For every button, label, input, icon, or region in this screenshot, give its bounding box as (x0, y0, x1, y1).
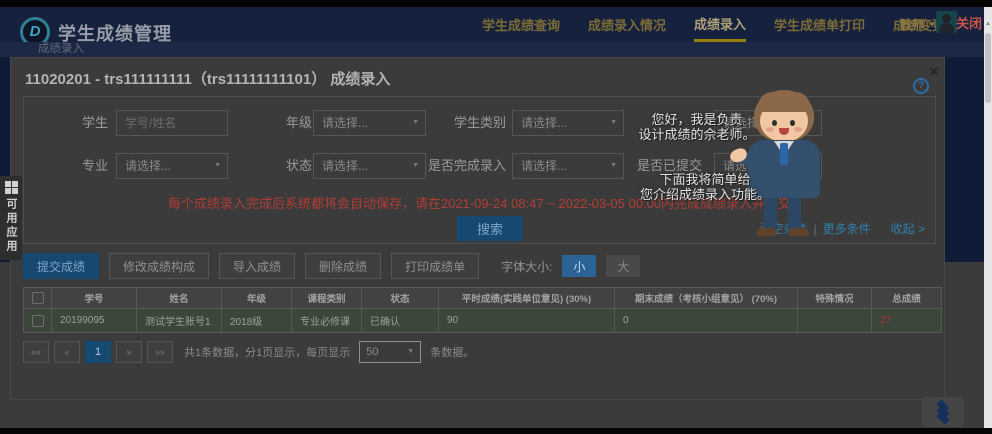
col-special-case: 特殊情况 (798, 288, 872, 309)
page-backdrop-right (945, 57, 984, 262)
col-student-id: 学号 (52, 288, 137, 309)
available-apps-label: 可用应用 (3, 198, 19, 254)
assistant-leg (788, 198, 801, 230)
major-select-value: 请选择... (125, 159, 171, 173)
page-size-select[interactable]: 50 ▼ (359, 341, 421, 363)
screen: D 学生成绩管理 学生成绩查询 成绩录入情况 成绩录入 学生成绩单打印 成绩变更… (0, 0, 992, 434)
close-session-button[interactable]: 关闭 (956, 13, 982, 32)
font-small-button[interactable]: 小 (562, 255, 596, 277)
col-final-score: 期末成绩（考核小组意见） (70%) (615, 288, 798, 309)
user-role-menu[interactable]: 教师 ▼ (900, 7, 936, 42)
layers-widget-button[interactable] (922, 397, 964, 427)
page-title: 11020201 - trs111111111（trs11111111101） … (25, 68, 390, 89)
scores-table: 学号 姓名 年级 课程类别 状态 平时成绩(实践单位意见) (30%) 期末成绩… (23, 287, 942, 333)
student-input[interactable] (116, 110, 228, 136)
breadcrumb-bar: 成绩录入 (0, 42, 992, 57)
close-icon[interactable]: × (929, 62, 939, 82)
assistant-shoe (789, 228, 809, 236)
scrollbar[interactable]: ▲ (984, 7, 992, 428)
entry-done-label: 是否完成录入 (404, 153, 506, 179)
delete-scores-button[interactable]: 删除成绩 (305, 253, 381, 279)
nav-item-transcript-print[interactable]: 学生成绩单打印 (774, 7, 865, 42)
assistant-intro-line1: 下面我将简单给 (600, 172, 810, 187)
cell-final-score: 0 (615, 309, 798, 333)
grade-label: 年级 (234, 110, 312, 136)
font-large-button[interactable]: 大 (606, 255, 640, 277)
pagination-summary-prefix: 共1条数据，分1页显示，每页显示 (184, 344, 350, 360)
col-grade: 年级 (222, 288, 292, 309)
pagination-summary-suffix: 条数据。 (430, 344, 474, 360)
apps-grid-icon (5, 181, 18, 194)
assistant-fringe (758, 92, 810, 112)
next-page-button[interactable]: » (116, 341, 142, 363)
window-top-bar (0, 0, 992, 7)
modify-score-structure-button[interactable]: 修改成绩构成 (109, 253, 209, 279)
nav-item-entry-status[interactable]: 成绩录入情况 (588, 7, 666, 42)
cell-total-score: 27 (872, 309, 942, 333)
status-label: 状态 (234, 153, 312, 179)
font-size-label: 字体大小: (501, 258, 552, 275)
assistant-greeting-line1: 您好，我是负责 (592, 112, 802, 127)
scrollbar-up-icon[interactable]: ▲ (984, 7, 992, 27)
select-all-checkbox[interactable] (32, 292, 44, 304)
scrollbar-thumb[interactable] (985, 33, 991, 103)
assistant-intro-line2: 您介绍成绩录入功能。 (600, 187, 810, 202)
student-type-select-value: 请选择... (521, 116, 567, 130)
nav-item-score-query[interactable]: 学生成绩查询 (482, 7, 560, 42)
page-size-value: 50 (366, 346, 378, 358)
cell-grade: 2018级 (222, 309, 292, 333)
status-select-value: 请选择... (322, 159, 368, 173)
chevron-down-icon: ▼ (407, 342, 414, 362)
cell-student-id: 20199095 (52, 309, 137, 333)
print-transcript-button[interactable]: 打印成绩单 (391, 253, 479, 279)
cell-special-case (798, 309, 872, 333)
cell-name: 测试学生账号1 (137, 309, 222, 333)
col-total-score: 总成绩 (872, 288, 942, 309)
cell-status: 已确认 (362, 309, 439, 333)
entry-done-select-value: 请选择... (521, 159, 567, 173)
assistant-leg (764, 198, 777, 230)
table-header-row: 学号 姓名 年级 课程类别 状态 平时成绩(实践单位意见) (30%) 期末成绩… (24, 288, 942, 309)
assistant-greeting: 您好，我是负责 设计成绩的佘老师。 (592, 112, 802, 142)
col-course-type: 课程类别 (292, 288, 362, 309)
avatar[interactable] (936, 11, 957, 33)
cell-course-type: 专业必修课 (292, 309, 362, 333)
help-icon[interactable]: ? (913, 78, 929, 94)
student-label: 学生 (24, 110, 108, 136)
window-bottom-bar (0, 428, 992, 434)
major-select[interactable]: 请选择... ▼ (116, 153, 228, 179)
assistant-intro: 下面我将简单给 您介绍成绩录入功能。 (600, 172, 810, 202)
assistant-tie (780, 143, 788, 165)
col-name: 姓名 (137, 288, 222, 309)
page-1-button[interactable]: 1 (85, 341, 111, 363)
col-daily-score: 平时成绩(实践单位意见) (30%) (439, 288, 615, 309)
assistant-greeting-line2: 设计成绩的佘老师。 (592, 127, 802, 142)
assistant-shoe (757, 228, 777, 236)
student-type-label: 学生类别 (404, 110, 506, 136)
major-label: 专业 (24, 153, 108, 179)
search-button[interactable]: 搜索 (457, 216, 523, 241)
grade-select-value: 请选择... (322, 116, 368, 130)
table-toolbar: 提交成绩 修改成绩构成 导入成绩 删除成绩 打印成绩单 字体大小: 小 大 (23, 253, 640, 279)
collapse-link[interactable]: 收起 > (891, 220, 925, 237)
prev-page-button[interactable]: « (54, 341, 80, 363)
last-page-button[interactable]: »» (147, 341, 173, 363)
import-scores-button[interactable]: 导入成绩 (219, 253, 295, 279)
row-checkbox[interactable] (32, 315, 44, 327)
main-nav: 学生成绩查询 成绩录入情况 成绩录入 学生成绩单打印 成绩变更 (482, 7, 945, 42)
chevron-down-icon: ▼ (928, 20, 936, 29)
pagination: «« « 1 » »» 共1条数据，分1页显示，每页显示 50 ▼ 条数据。 (23, 341, 474, 363)
table-row: 20199095 测试学生账号1 2018级 专业必修课 已确认 90 0 27 (24, 309, 942, 333)
breadcrumb[interactable]: 成绩录入 (38, 42, 84, 57)
user-role-label: 教师 (900, 16, 924, 33)
submit-scores-button[interactable]: 提交成绩 (23, 253, 99, 279)
chevron-down-icon: ▼ (214, 154, 221, 178)
available-apps-tab[interactable]: 可用应用 (0, 176, 22, 260)
first-page-button[interactable]: «« (23, 341, 49, 363)
col-status: 状态 (362, 288, 439, 309)
nav-item-score-entry[interactable]: 成绩录入 (694, 7, 746, 42)
cell-daily-score: 90 (439, 309, 615, 333)
